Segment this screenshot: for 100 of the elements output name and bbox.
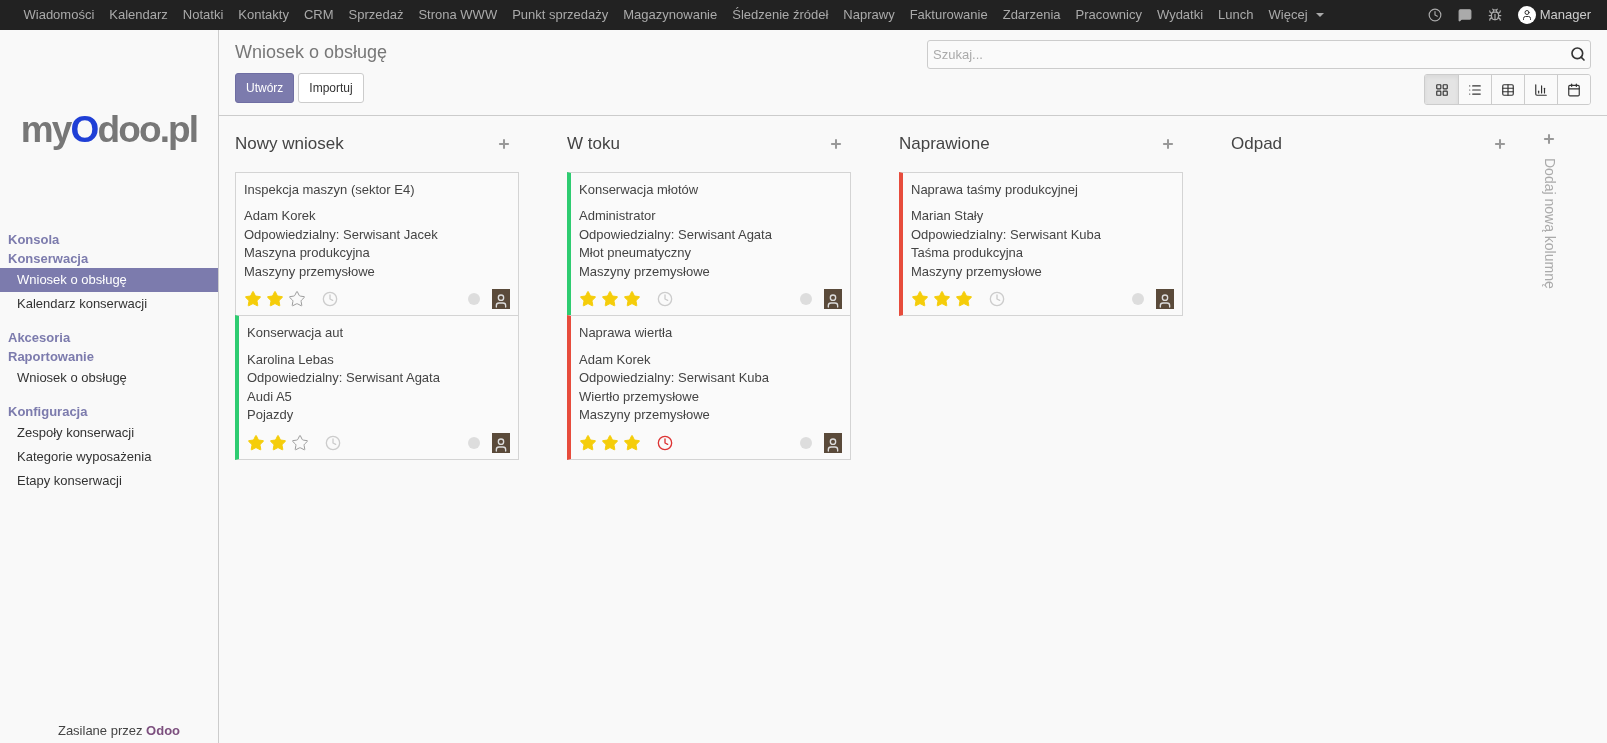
menu-link[interactable]: Kontakty xyxy=(230,5,297,25)
priority-stars[interactable] xyxy=(579,433,641,452)
sidebar-item[interactable]: Zespoły konserwacji xyxy=(0,421,218,445)
card-field: Maszyny przemysłowe xyxy=(911,262,1174,281)
menu-link[interactable]: Punkt sprzedaży xyxy=(504,5,616,25)
star-icon xyxy=(266,290,284,308)
menu-link[interactable]: Wydatki xyxy=(1149,5,1211,25)
card-field: Adam Korek xyxy=(579,350,842,369)
star-icon xyxy=(579,433,597,452)
avatar-icon xyxy=(492,289,510,309)
menu-link[interactable]: Kalendarz xyxy=(101,5,176,25)
star-icon xyxy=(623,290,641,308)
card-field: Odpowiedzialny: Serwisant Agata xyxy=(247,369,510,388)
star-icon xyxy=(579,290,597,308)
sidebar-item[interactable]: Wniosek o obsługę xyxy=(0,366,218,390)
create-button[interactable]: Utwórz xyxy=(235,73,295,103)
card-title: Naprawa wiertła xyxy=(579,324,674,342)
import-button[interactable]: Importuj xyxy=(298,73,364,103)
priority-stars[interactable] xyxy=(579,290,641,308)
kanban-card[interactable]: Konserwacja młotów Administrator Odpowiedzialny: Serwisant Agata Młot pneumatyczny Maszyny przemysłowe xyxy=(567,171,851,316)
sidebar-item[interactable]: Wniosek o obsługę xyxy=(0,268,218,292)
list-icon xyxy=(1468,82,1482,97)
priority-stars[interactable] xyxy=(247,433,309,452)
search-field[interactable]: Szukaj... xyxy=(927,40,1591,69)
card-field: Pojazdy xyxy=(247,406,510,425)
avatar-icon xyxy=(492,432,510,453)
clock-icon[interactable] xyxy=(1427,8,1442,22)
card-field: Odpowiedzialny: Serwisant Agata xyxy=(579,225,842,244)
star-icon xyxy=(247,433,265,452)
sidebar-heading: Konfiguracja xyxy=(7,403,89,421)
sidebar-item[interactable]: Kategorie wyposażenia xyxy=(0,445,218,469)
menu-link[interactable]: Śledzenie źródeł xyxy=(724,5,836,25)
priority-stars[interactable] xyxy=(244,290,306,308)
star-icon xyxy=(911,290,929,308)
menu-link[interactable]: Notatki xyxy=(175,5,231,25)
powered-by-text: Zasilane przez Odoo xyxy=(56,721,182,740)
card-field: Maszyna produkcyjna xyxy=(244,244,510,263)
page-title: Wniosek o obsługę xyxy=(235,41,389,64)
card-field: Odpowiedzialny: Serwisant Jacek xyxy=(244,225,510,244)
sidebar-item[interactable]: Etapy konserwacji xyxy=(0,469,218,493)
sidebar-heading: Akcesoria xyxy=(7,329,72,347)
menu-link[interactable]: Magazynowanie xyxy=(615,5,725,25)
add-icon[interactable] xyxy=(1542,132,1556,146)
card-field: Młot pneumatyczny xyxy=(579,244,842,263)
card-field: Administrator xyxy=(579,207,842,226)
more-menu[interactable]: Więcej xyxy=(1261,5,1332,25)
menu-link[interactable]: Naprawy xyxy=(835,5,903,25)
card-title: Konserwacja aut xyxy=(247,324,345,342)
kanban-card[interactable]: Naprawa wiertła Adam Korek Odpowiedzialny: Serwisant Kuba Wiertło przemysłowe Maszyny przemysłowe xyxy=(567,315,851,460)
star-icon xyxy=(291,433,309,452)
avatar-icon xyxy=(824,289,842,309)
card-field: Audi A5 xyxy=(247,387,510,406)
menu-link[interactable]: Lunch xyxy=(1210,5,1262,25)
star-icon xyxy=(933,290,951,308)
view-switch-button[interactable] xyxy=(1557,75,1590,104)
card-field: Maszyny przemysłowe xyxy=(244,262,510,281)
kanban-card[interactable]: Inspekcja maszyn (sektor E4) Adam Korek Odpowiedzialny: Serwisant Jacek Maszyna produkcyjna Maszyny przemysłowe xyxy=(235,171,519,316)
menu-link[interactable]: Strona WWW xyxy=(410,5,505,25)
column-title: Odpad xyxy=(1231,133,1283,155)
menu-link[interactable]: Zdarzenia xyxy=(995,5,1068,25)
card-title: Naprawa taśmy produkcyjnej xyxy=(911,180,1079,199)
card-field: Odpowiedzialny: Serwisant Kuba xyxy=(911,225,1174,244)
menu-link[interactable]: Fakturowanie xyxy=(902,5,996,25)
menu-link[interactable]: Sprzedaż xyxy=(341,5,411,25)
star-icon xyxy=(601,433,619,452)
card-title: Konserwacja młotów xyxy=(579,180,700,199)
add-icon[interactable] xyxy=(1161,136,1175,151)
menu-link[interactable]: Pracownicy xyxy=(1068,5,1150,25)
table-icon xyxy=(1501,82,1515,97)
add-icon[interactable] xyxy=(829,136,843,151)
card-field: Karolina Lebas xyxy=(247,350,510,369)
star-icon xyxy=(288,290,306,308)
card-field: Odpowiedzialny: Serwisant Kuba xyxy=(579,369,842,388)
sidebar-heading: Konsola xyxy=(7,231,61,249)
user-avatar-icon xyxy=(1517,6,1536,24)
chat-icon[interactable] xyxy=(1457,8,1472,22)
add-icon[interactable] xyxy=(1493,136,1507,151)
kanban-card[interactable]: Konserwacja aut Karolina Lebas Odpowiedzialny: Serwisant Agata Audi A5 Pojazdy xyxy=(235,315,519,460)
bug-icon[interactable] xyxy=(1487,8,1502,22)
card-field: Marian Stały xyxy=(911,207,1174,226)
card-field: Maszyny przemysłowe xyxy=(579,406,842,425)
menu-link[interactable]: Wiadomości xyxy=(16,5,102,25)
star-icon xyxy=(623,433,641,452)
star-icon xyxy=(955,290,973,308)
bar-chart-icon xyxy=(1534,82,1548,97)
sidebar-heading: Raportowanie xyxy=(7,348,95,366)
menu-link[interactable]: CRM xyxy=(296,5,341,25)
card-field: Maszyny przemysłowe xyxy=(579,262,842,281)
sidebar-item[interactable]: Kalendarz konserwacji xyxy=(0,292,218,316)
card-field: Taśma produkcyjna xyxy=(911,244,1174,263)
card-field: Adam Korek xyxy=(244,207,510,226)
logo: myOdoo.pl xyxy=(20,108,198,153)
star-icon xyxy=(269,433,287,452)
star-icon xyxy=(601,290,619,308)
add-icon[interactable] xyxy=(497,136,511,151)
view-switch-button[interactable] xyxy=(1425,75,1458,104)
user-menu[interactable]: Manager xyxy=(1539,5,1591,25)
priority-stars[interactable] xyxy=(911,290,973,308)
kanban-card[interactable]: Naprawa taśmy produkcyjnej Marian Stały Odpowiedzialny: Serwisant Kuba Taśma produkcyjna Maszyny przemysłowe xyxy=(899,171,1183,316)
card-title: Inspekcja maszyn (sektor E4) xyxy=(244,180,416,199)
